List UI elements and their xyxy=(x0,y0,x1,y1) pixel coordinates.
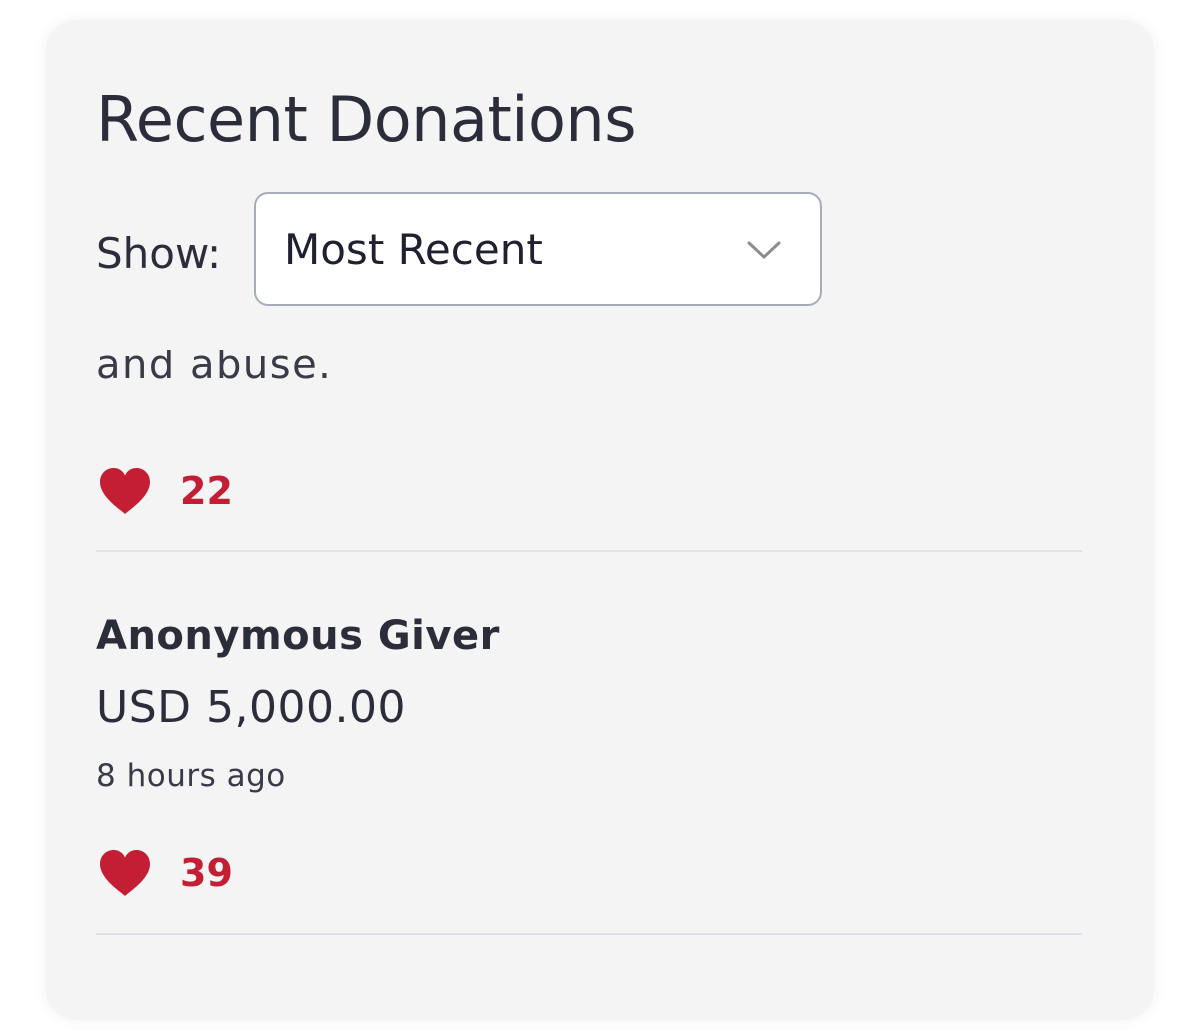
sort-select[interactable]: Most Recent xyxy=(254,192,822,306)
donation-message: and abuse. xyxy=(96,350,333,388)
donations-list[interactable]: and abuse. 22 Anonymous Giver USD 5,000.… xyxy=(46,350,1154,1030)
section-title: Recent Donations xyxy=(96,83,637,156)
show-label: Show: xyxy=(96,229,222,278)
like-count: 22 xyxy=(180,469,233,513)
divider xyxy=(96,933,1082,935)
sort-select-value: Most Recent xyxy=(284,225,543,274)
heart-icon xyxy=(100,850,150,896)
heart-icon xyxy=(100,468,150,514)
like-button[interactable]: 22 xyxy=(98,466,233,516)
like-count: 39 xyxy=(180,851,233,895)
chevron-down-icon xyxy=(747,241,781,259)
like-button[interactable]: 39 xyxy=(98,848,233,898)
recent-donations-card: Recent Donations Show: Most Recent and a… xyxy=(46,20,1154,1020)
divider xyxy=(96,550,1082,552)
donation-amount: USD 5,000.00 xyxy=(96,682,406,733)
donation-time: 8 hours ago xyxy=(96,758,286,794)
donor-name: Anonymous Giver xyxy=(96,613,500,659)
